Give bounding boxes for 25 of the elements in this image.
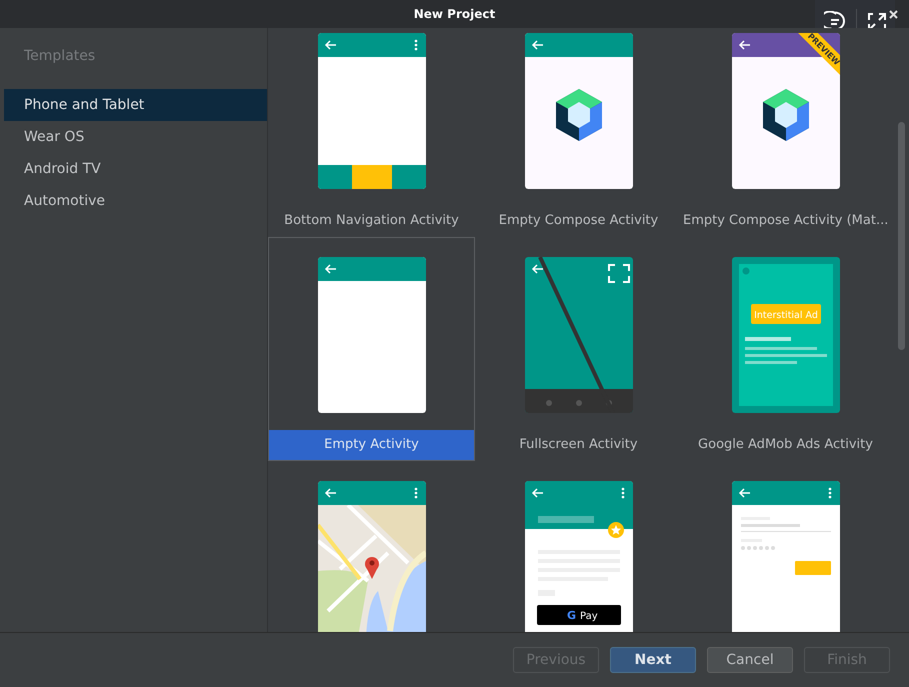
- template-label: Empty Activity: [269, 430, 474, 460]
- sidebar-item[interactable]: Phone and Tablet: [4, 89, 267, 121]
- template-label: Fullscreen Activity: [518, 436, 639, 454]
- sidebar-item[interactable]: Android TV: [4, 153, 267, 185]
- scrollbar-thumb[interactable]: [898, 122, 905, 350]
- template-label: Bottom Navigation Activity: [283, 212, 460, 230]
- template-tile[interactable]: Empty Activity: [268, 237, 475, 461]
- sidebar-header: Templates: [23, 48, 96, 66]
- wizard-button[interactable]: Next: [610, 647, 696, 673]
- ad-label: Interstitial Ad: [754, 310, 818, 321]
- wizard-button[interactable]: Cancel: [707, 647, 793, 673]
- close-icon[interactable]: [889, 10, 898, 19]
- window-title: New Project: [414, 7, 496, 21]
- pay-logo: G: [566, 609, 576, 622]
- pay-label: Pay: [580, 611, 598, 622]
- template-tile[interactable]: Bottom Navigation Activity: [268, 28, 475, 237]
- template-label: Empty Compose Activity: [498, 212, 660, 230]
- template-tile[interactable]: Interstitial Ad Google AdMob Ads Activity: [682, 237, 889, 461]
- template-tile[interactable]: Fullscreen Activity: [475, 237, 682, 461]
- template-label: Google AdMob Ads Activity: [697, 436, 874, 454]
- sidebar-item[interactable]: Wear OS: [4, 121, 267, 153]
- template-tile[interactable]: Empty Compose Activity: [475, 28, 682, 237]
- template-label: Empty Compose Activity (Mat...: [683, 212, 888, 230]
- template-tile[interactable]: G Pay: [475, 461, 682, 632]
- sidebar-item[interactable]: Automotive: [4, 185, 267, 217]
